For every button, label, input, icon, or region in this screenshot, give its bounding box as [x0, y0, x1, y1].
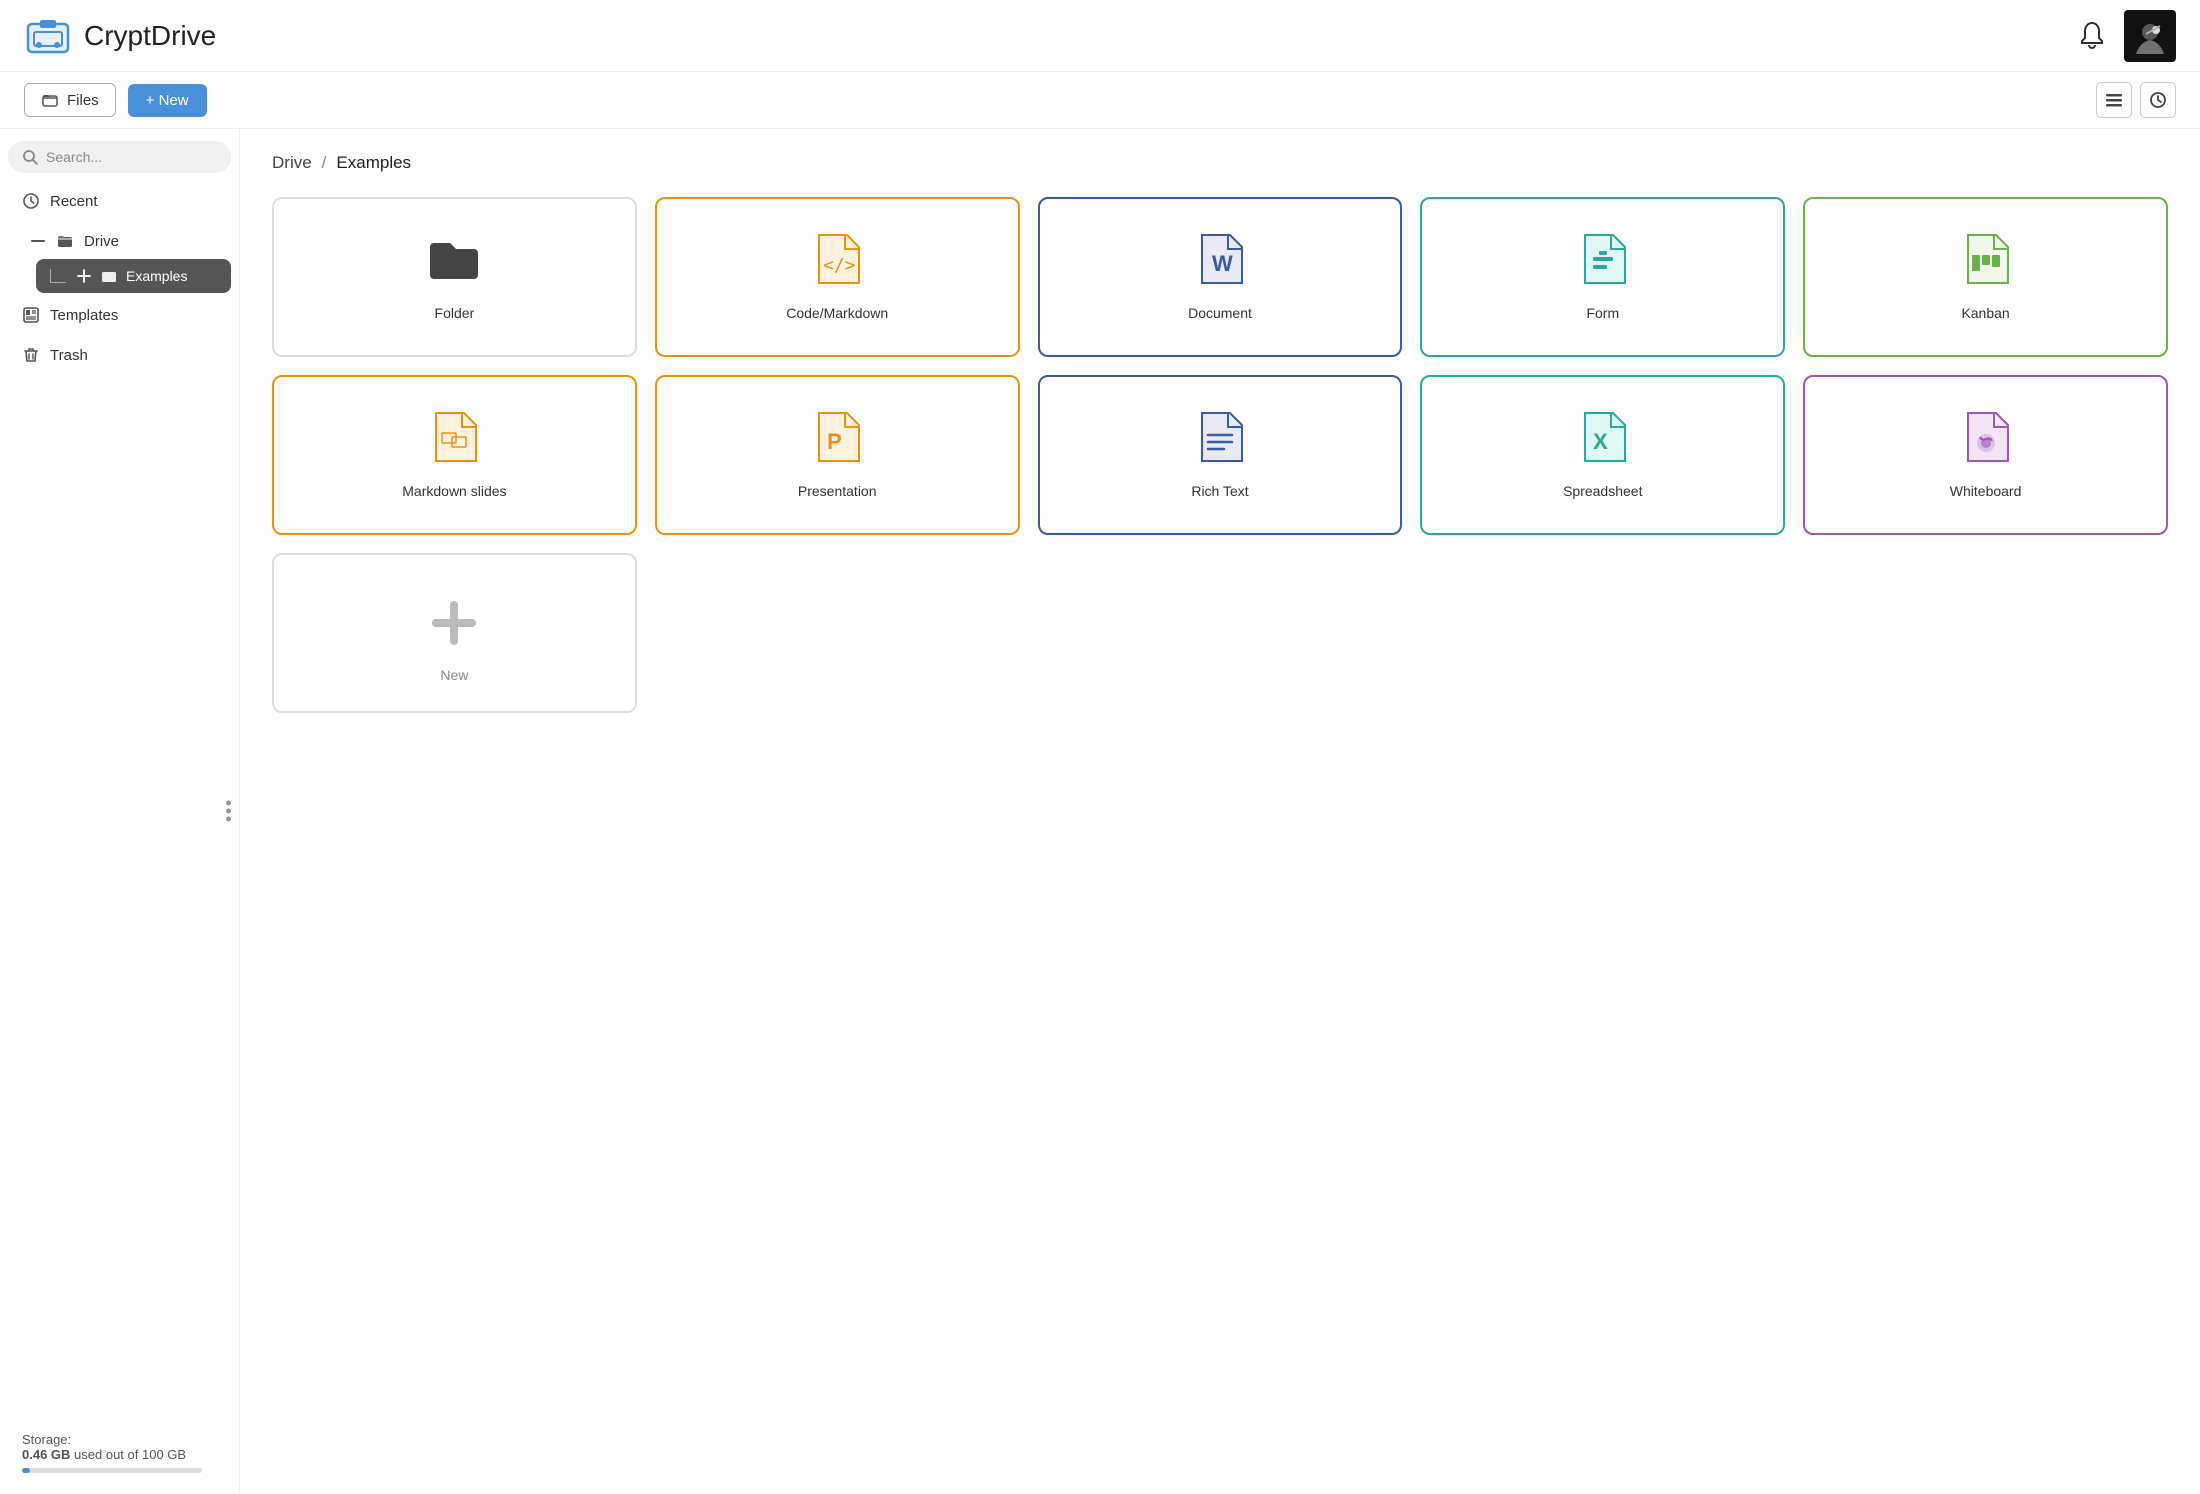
- notification-icon[interactable]: [2076, 20, 2108, 52]
- card-kanban-label: Kanban: [1961, 305, 2009, 321]
- list-view-button[interactable]: [2096, 82, 2132, 118]
- new-card-label: New: [440, 667, 468, 683]
- list-view-icon: [2104, 90, 2124, 110]
- document-icon: W: [1188, 227, 1252, 291]
- plus-small-icon: [76, 268, 92, 284]
- card-document[interactable]: W Document: [1038, 197, 1403, 357]
- form-icon: [1571, 227, 1635, 291]
- card-new[interactable]: New: [272, 553, 637, 713]
- clock-icon: [22, 192, 40, 210]
- card-whiteboard[interactable]: Whiteboard: [1803, 375, 2168, 535]
- toolbar: Files + New: [0, 72, 2200, 129]
- app-title: CryptDrive: [84, 20, 216, 52]
- card-spreadsheet[interactable]: X Spreadsheet: [1420, 375, 1785, 535]
- storage-bar-fill: [22, 1468, 30, 1473]
- card-code-markdown-label: Code/Markdown: [786, 305, 888, 321]
- card-rich-text-label: Rich Text: [1191, 483, 1248, 499]
- drive-icon: [24, 12, 72, 60]
- plus-icon: [424, 593, 484, 653]
- logo-area: CryptDrive: [24, 12, 2076, 60]
- sidebar-examples-container: Examples: [16, 259, 231, 293]
- minus-icon: [30, 233, 46, 249]
- document-grid: Folder </> Code/Markdown W Document: [272, 197, 2168, 713]
- svg-text:W: W: [1212, 251, 1233, 276]
- template-icon: [22, 306, 40, 324]
- files-button[interactable]: Files: [24, 83, 116, 117]
- breadcrumb-current: Examples: [336, 153, 411, 173]
- sidebar-item-recent[interactable]: Recent: [8, 183, 231, 219]
- svg-text:P: P: [827, 429, 842, 454]
- folder-doc-icon: [422, 227, 486, 291]
- header-actions: [2076, 10, 2176, 62]
- sidebar-item-drive[interactable]: Drive: [16, 223, 231, 259]
- main-layout: Search... Recent Drive: [0, 129, 2200, 1493]
- storage-bar-background: [22, 1468, 202, 1473]
- avatar[interactable]: [2124, 10, 2176, 62]
- presentation-icon: P: [805, 405, 869, 469]
- search-icon: [22, 149, 38, 165]
- examples-folder-icon: [100, 267, 118, 285]
- card-form-label: Form: [1586, 305, 1619, 321]
- card-code-markdown[interactable]: </> Code/Markdown: [655, 197, 1020, 357]
- whiteboard-icon: [1954, 405, 2018, 469]
- header: CryptDrive: [0, 0, 2200, 72]
- card-whiteboard-label: Whiteboard: [1950, 483, 2022, 499]
- history-button[interactable]: [2140, 82, 2176, 118]
- breadcrumb: Drive / Examples: [272, 153, 2168, 173]
- sidebar-item-templates[interactable]: Templates: [8, 297, 231, 333]
- rich-text-icon: [1188, 405, 1252, 469]
- kanban-icon: [1954, 227, 2018, 291]
- dot-3: [226, 817, 231, 822]
- card-presentation[interactable]: P Presentation: [655, 375, 1020, 535]
- card-markdown-slides[interactable]: Markdown slides: [272, 375, 637, 535]
- breadcrumb-separator: /: [322, 153, 327, 173]
- trash-icon: [22, 346, 40, 364]
- history-icon: [2148, 90, 2168, 110]
- card-form[interactable]: Form: [1420, 197, 1785, 357]
- card-document-label: Document: [1188, 305, 1252, 321]
- card-rich-text[interactable]: Rich Text: [1038, 375, 1403, 535]
- sidebar-drive-tree: Drive Examples: [8, 223, 231, 293]
- card-markdown-slides-label: Markdown slides: [402, 483, 506, 499]
- code-markdown-icon: </>: [805, 227, 869, 291]
- sidebar: Search... Recent Drive: [0, 129, 240, 1493]
- card-kanban[interactable]: Kanban: [1803, 197, 2168, 357]
- toolbar-right: [2096, 82, 2176, 118]
- breadcrumb-root[interactable]: Drive: [272, 153, 312, 173]
- resize-handle[interactable]: [222, 793, 235, 830]
- markdown-slides-icon: [422, 405, 486, 469]
- folder-icon: [41, 91, 59, 109]
- svg-text:</>: </>: [823, 255, 856, 276]
- svg-text:X: X: [1593, 429, 1608, 454]
- new-button[interactable]: + New: [128, 84, 207, 117]
- storage-info: Storage: 0.46 GB used out of 100 GB: [8, 1420, 231, 1481]
- dot-2: [226, 809, 231, 814]
- card-folder[interactable]: Folder: [272, 197, 637, 357]
- card-presentation-label: Presentation: [798, 483, 877, 499]
- sidebar-item-examples[interactable]: Examples: [36, 259, 231, 293]
- sidebar-item-trash[interactable]: Trash: [8, 337, 231, 373]
- dot-1: [226, 801, 231, 806]
- spreadsheet-icon: X: [1571, 405, 1635, 469]
- drive-folder-icon: [56, 232, 74, 250]
- card-spreadsheet-label: Spreadsheet: [1563, 483, 1642, 499]
- card-folder-label: Folder: [435, 305, 475, 321]
- search-bar[interactable]: Search...: [8, 141, 231, 173]
- content-area: Drive / Examples Folder </> Code/Markdow: [240, 129, 2200, 1493]
- tree-connector: [50, 269, 66, 283]
